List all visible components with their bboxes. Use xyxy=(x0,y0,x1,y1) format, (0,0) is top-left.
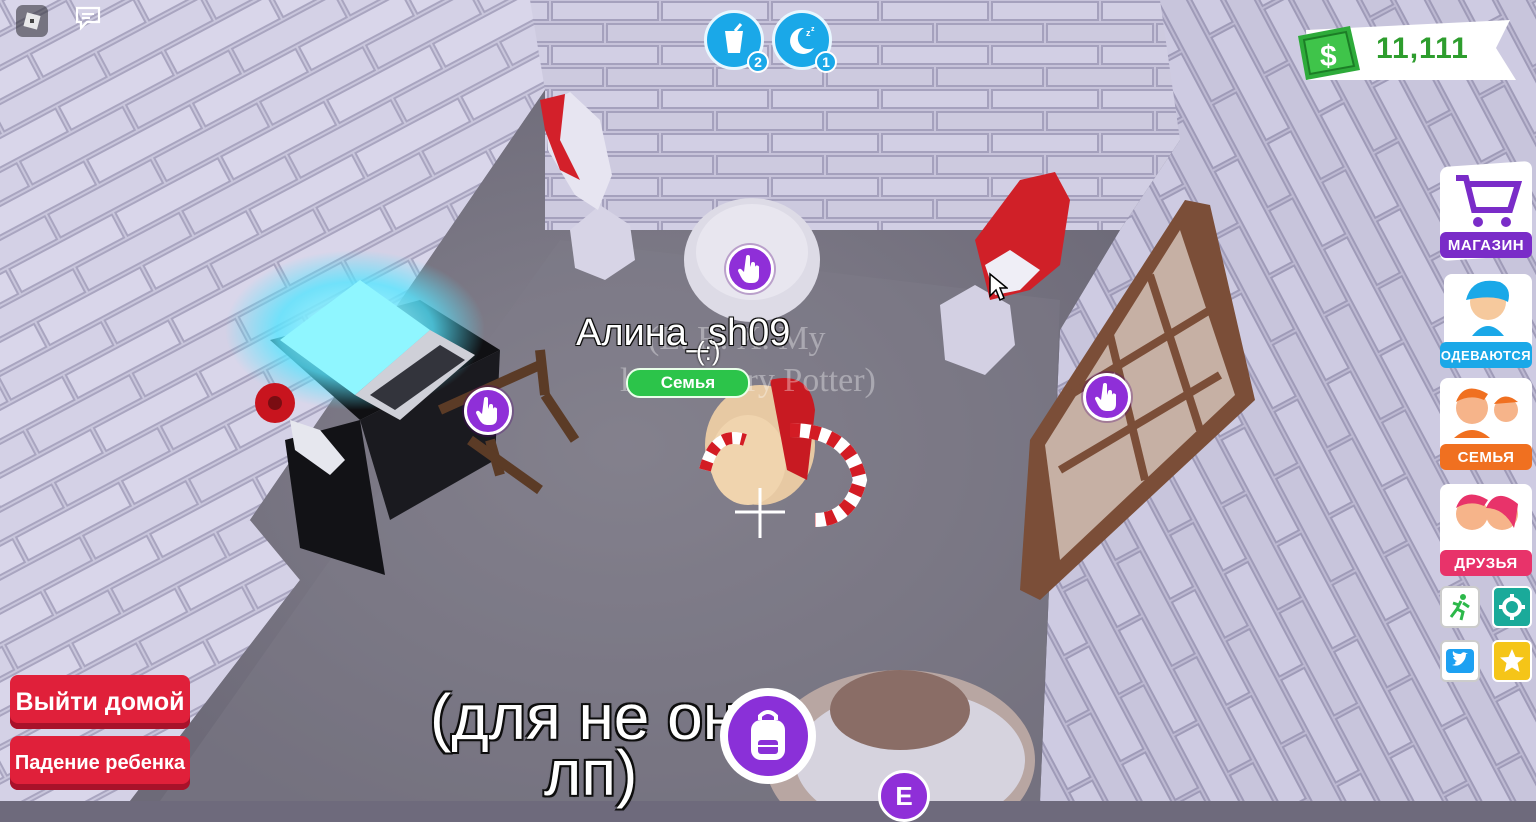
emote-run-button[interactable] xyxy=(1440,586,1480,628)
shopping-cart-icon xyxy=(1456,175,1522,227)
interact-key-prompt[interactable]: E xyxy=(878,770,930,822)
svg-text:z: z xyxy=(811,26,815,33)
shop-button[interactable]: МАГАЗИН xyxy=(1440,160,1532,262)
moon-sleep-icon: z z xyxy=(790,26,815,54)
need-sleep[interactable]: z z 1 xyxy=(772,10,837,73)
drink-icon xyxy=(725,23,743,53)
twitter-icon xyxy=(1446,649,1474,673)
star-icon xyxy=(1500,649,1524,672)
shop-label: МАГАЗИН xyxy=(1440,232,1532,258)
friends-icon xyxy=(1456,494,1518,530)
game-scene xyxy=(0,0,1536,801)
friends-button[interactable]: ДРУЗЬЯ xyxy=(1440,484,1532,576)
settings-gear-icon xyxy=(1499,594,1525,620)
chat-message-line2: лп) xyxy=(544,737,638,809)
player-subtitle: (:) xyxy=(696,336,721,366)
hand-pointer-icon xyxy=(475,397,498,425)
family-icon xyxy=(1454,388,1518,438)
run-icon xyxy=(1449,594,1470,621)
family-label: СЕМЬЯ xyxy=(1440,444,1532,470)
hand-pointer-icon xyxy=(737,255,760,283)
svg-text:$: $ xyxy=(1320,40,1337,73)
twitter-button[interactable] xyxy=(1440,640,1480,682)
baby-fall-button[interactable]: Падение ребенка xyxy=(10,736,190,790)
avatar-dress-icon xyxy=(1466,280,1509,336)
dress-up-button[interactable]: ОДЕВАЮТСЯ xyxy=(1440,274,1532,368)
dollar-bill-icon: $ xyxy=(1298,26,1360,80)
roblox-logo-icon xyxy=(23,12,41,30)
need-thirst[interactable]: 2 xyxy=(704,10,769,73)
player-name: Алина_sh09 xyxy=(576,312,791,354)
go-home-button[interactable]: Выйти домой xyxy=(10,675,190,729)
money-display: $ 11,111 xyxy=(1296,18,1518,84)
money-amount: 11,111 xyxy=(1376,32,1469,65)
chat-button[interactable] xyxy=(74,4,102,32)
interact-pillow-button[interactable] xyxy=(726,245,774,293)
interact-window-button[interactable] xyxy=(1083,373,1131,421)
hand-pointer-icon xyxy=(1094,383,1117,411)
interact-chair-button[interactable] xyxy=(464,387,512,435)
rate-star-button[interactable] xyxy=(1492,640,1532,682)
backpack-icon xyxy=(751,710,785,760)
chat-bubble-icon xyxy=(75,6,101,31)
mouse-cursor-icon xyxy=(989,272,1008,302)
need-count-thirst: 2 xyxy=(747,51,769,73)
backpack-button[interactable] xyxy=(720,688,816,784)
settings-button[interactable] xyxy=(1492,586,1532,628)
roblox-menu-button[interactable] xyxy=(16,5,48,37)
family-tag: Семья xyxy=(626,368,750,398)
dress-up-label: ОДЕВАЮТСЯ xyxy=(1440,342,1532,368)
family-button[interactable]: СЕМЬЯ xyxy=(1440,378,1532,470)
friends-label: ДРУЗЬЯ xyxy=(1440,550,1532,576)
need-count-sleep: 1 xyxy=(815,51,837,73)
